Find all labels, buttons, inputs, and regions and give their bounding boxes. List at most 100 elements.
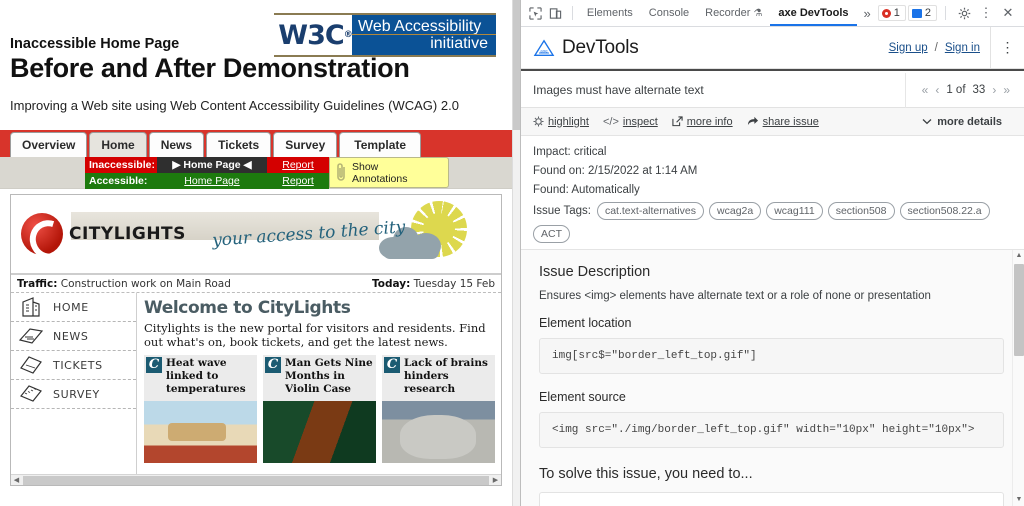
tab-template[interactable]: Template [339,132,422,157]
news-card[interactable]: C Heat wave linked to temperatures [144,355,257,463]
scroll-up-icon[interactable]: ▲ [1013,250,1024,262]
gear-icon[interactable] [954,3,974,23]
ticket-icon [20,356,42,374]
message-count-value: 2 [924,7,931,19]
news-card-badge: C [265,357,281,373]
scroll-right-icon[interactable]: ▶ [490,476,501,484]
inspect-element-icon[interactable] [525,3,545,23]
issue-position-prefix: 1 of [946,84,966,96]
scroll-left-icon[interactable]: ◀ [11,476,22,484]
sign-in-link[interactable]: Sign in [945,42,980,54]
page-vertical-scrollbar[interactable] [512,0,520,506]
tab-overview[interactable]: Overview [10,132,88,157]
issue-tag[interactable]: wcag111 [766,202,823,220]
sidebar-item-news[interactable]: NEWS [11,322,136,351]
citylights-horizontal-scrollbar[interactable]: ◀ ▶ [11,474,501,485]
citylights-frame: CITYLIGHTS your access to the city Traff… [10,194,502,486]
more-options-icon[interactable]: ⋮ [976,3,996,23]
tab-home[interactable]: Home [89,132,147,157]
citylights-sidebar: HOME NEWS TICKETS SURVEY [11,293,137,485]
issue-position-total: 33 [972,84,986,96]
issue-header-bar: Images must have alternate text « ‹ 1 of… [521,72,1024,108]
citylights-tagline: your access to the city [211,217,406,251]
w3c-mark-text: W3C [278,19,344,51]
axe-header: axe DevTools Sign up / Sign in ⋮ [521,26,1024,69]
inaccessible-report-link[interactable]: Report [267,157,329,173]
tabs-overflow-icon[interactable]: » [857,6,878,21]
issue-tag[interactable]: section508.22.a [899,202,990,220]
highlight-button[interactable]: highlight [533,116,589,128]
issue-tag[interactable]: section508 [827,202,895,220]
tab-tickets[interactable]: Tickets [206,132,272,157]
prev-issue-icon[interactable]: ‹ [935,83,939,97]
sidebar-item-home[interactable]: HOME [11,293,136,322]
issue-description-text: Ensures <img> elements have alternate te… [539,290,931,302]
news-card-title: Heat wave linked to temperatures [166,357,246,395]
chevron-down-icon [922,116,932,128]
show-annotations-button[interactable]: Show Annotations [329,157,449,188]
toggle-device-toolbar-icon[interactable] [545,3,565,23]
axe-more-options-icon[interactable]: ⋮ [990,26,1024,69]
accessible-report-link[interactable]: Report [267,173,329,189]
devtools-vertical-scrollbar[interactable]: ▲ ▼ [1012,250,1024,506]
tab-elements[interactable]: Elements [579,0,641,26]
svg-text:axe: axe [540,48,548,53]
tab-news[interactable]: News [148,132,205,157]
w3c-mark: W3C ® [274,15,352,55]
news-card-badge: C [384,357,400,373]
today-value: Tuesday 15 Feb [413,277,495,290]
today-label: Today: [371,277,411,290]
page-scroll-thumb[interactable] [513,0,520,130]
clipboard-icon [20,385,42,402]
page-subtitle: Improving a Web site using Web Content A… [10,98,459,113]
error-count-badge[interactable]: 1 [877,5,906,21]
issue-tag[interactable]: ACT [533,225,570,243]
last-issue-icon[interactable]: » [1003,83,1010,97]
share-issue-button[interactable]: share issue [747,116,819,128]
wai-block: Web Accessibility initiative [352,15,496,55]
accessible-page-link[interactable]: Home Page [157,173,267,189]
tab-survey[interactable]: Survey [273,132,338,157]
issue-detail-content: Issue Description Ensures <img> elements… [521,250,1024,506]
news-card[interactable]: C Man Gets Nine Months in Violin Case [263,355,376,463]
first-issue-icon[interactable]: « [922,83,929,97]
traffic-label: Traffic: [17,277,58,290]
axe-logo-icon: axe [533,38,555,56]
browser-viewport: W3C ® Web Accessibility initiative Inacce… [0,0,520,506]
next-issue-icon[interactable]: › [992,83,996,97]
more-details-toggle[interactable]: more details [922,116,1024,128]
message-count-badge[interactable]: 2 [907,5,937,21]
sidebar-item-survey[interactable]: SURVEY [11,380,136,409]
sidebar-label-survey: SURVEY [53,387,100,401]
issue-tag[interactable]: cat.text-alternatives [596,202,705,220]
sidebar-item-tickets[interactable]: TICKETS [11,351,136,380]
devtools-scroll-thumb[interactable] [1014,264,1024,356]
news-card[interactable]: C Lack of brains hinders research [382,355,495,463]
accessible-label: Accessible: [89,175,148,187]
tab-recorder[interactable]: Recorder ⚗ [697,0,770,26]
accessible-page-anchor[interactable]: Home Page [184,175,239,187]
building-icon [22,297,40,317]
paperclip-icon [337,162,345,181]
scroll-down-icon[interactable]: ▼ [1013,494,1024,506]
citylights-c-logo[interactable] [21,213,63,255]
issue-pager: « ‹ 1 of 33 › » [904,72,1024,108]
element-location-code[interactable]: img[src$="border_left_top.gif"] [539,338,1004,374]
issue-tags: Issue Tags: cat.text-alternatives wcag2a… [533,202,1024,243]
tab-axe-devtools[interactable]: axe DevTools [770,0,857,26]
issue-tag[interactable]: wcag2a [709,202,762,220]
inspect-button[interactable]: </> inspect [603,116,658,128]
solve-issue-box[interactable] [539,492,1004,506]
inaccessible-report-anchor[interactable]: Report [282,159,314,171]
share-icon [747,116,759,127]
sign-up-link[interactable]: Sign up [889,42,928,54]
horizontal-scroll-thumb[interactable] [23,475,489,485]
issue-title: Images must have alternate text [533,83,704,97]
close-icon[interactable]: ✕ [998,3,1018,23]
tab-console[interactable]: Console [641,0,697,26]
accessible-report-anchor[interactable]: Report [282,175,314,187]
annotation-row-accessible: Accessible: Home Page Report [85,173,329,189]
external-link-icon [672,116,683,127]
element-source-code[interactable]: <img src="./img/border_left_top.gif" wid… [539,412,1004,448]
more-info-button[interactable]: more info [672,116,733,128]
